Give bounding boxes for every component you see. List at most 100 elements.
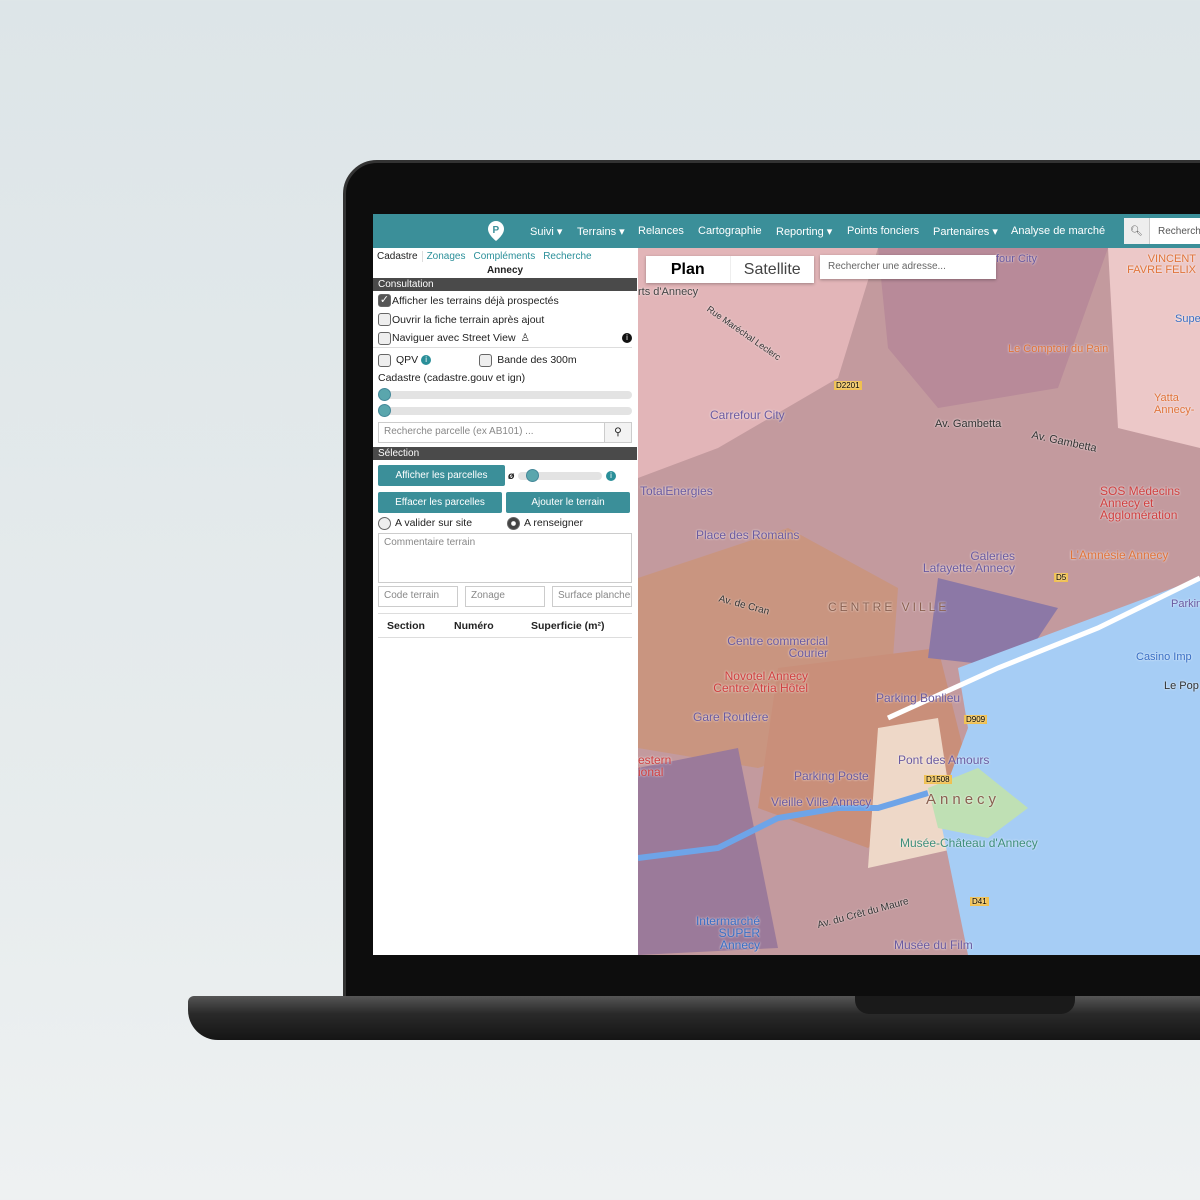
nav-points-fonciers[interactable]: Points fonciers <box>847 225 919 237</box>
map-label: Av. Gambetta <box>935 418 1002 430</box>
qpv-label: QPV <box>396 354 419 366</box>
radius-slider[interactable] <box>518 468 602 482</box>
laptop-notch <box>855 996 1075 1014</box>
map-label: estern ional <box>638 753 672 779</box>
add-terrain-button[interactable]: Ajouter le terrain <box>506 492 630 513</box>
clear-parcels-button[interactable]: Effacer les parcelles <box>378 492 502 513</box>
col-numero: Numéro <box>454 620 494 632</box>
map-label: Parking Bonlieu <box>876 691 961 705</box>
info-icon[interactable]: i <box>622 333 632 343</box>
qpv-row: QPV i Bande des 300m <box>373 348 637 372</box>
comment-textarea[interactable]: Commentaire terrain <box>378 533 632 583</box>
col-superficie: Superficie (m²) <box>531 620 605 632</box>
show-parcels-button[interactable]: Afficher les parcelles <box>378 465 505 486</box>
option-open-sheet[interactable]: Ouvrir la fiche terrain après ajout <box>373 310 637 329</box>
checkbox[interactable]: ✓ <box>378 294 391 307</box>
road-badge: D2201 <box>834 381 862 390</box>
slider-handle[interactable] <box>378 404 391 417</box>
app-screen: P Suivi ▾ Terrains ▾ Relances Cartograph… <box>373 214 1200 955</box>
nav-search[interactable]: 🔍︎ Recherch <box>1124 218 1200 244</box>
checkbox[interactable] <box>378 331 391 345</box>
map-label: Le Pop <box>1164 680 1199 692</box>
option-street-view[interactable]: Naviguer avec Street View ♙ i <box>373 329 632 348</box>
slider-handle[interactable] <box>526 468 540 482</box>
tab-zonages[interactable]: Zonages <box>423 251 470 262</box>
nav-label: Partenaires <box>933 226 990 238</box>
surface-input[interactable]: Surface plancher <box>552 586 632 607</box>
cadastre-opacity-slider-2[interactable] <box>378 404 632 417</box>
parcel-table-header: Section Numéro Superficie (m²) <box>378 613 632 638</box>
map-label: Pont des Amours <box>898 753 990 767</box>
panel-tabs: Cadastre Zonages Compléments Recherche <box>373 248 637 265</box>
map-label: SOS Médecins Annecy et Agglomération <box>1100 484 1181 522</box>
diameter-symbol: ø <box>508 469 515 482</box>
option-label: Afficher les terrains déjà prospectés <box>392 294 559 307</box>
cadastre-opacity-slider[interactable] <box>378 388 632 401</box>
road-badge: D41 <box>970 897 989 906</box>
nav-suivi[interactable]: Suivi ▾ <box>530 225 562 238</box>
top-nav: P Suivi ▾ Terrains ▾ Relances Cartograph… <box>373 214 1200 248</box>
map-label: Annecy <box>926 791 1001 808</box>
option-label: Ouvrir la fiche terrain après ajout <box>392 313 545 326</box>
map-type-satellite[interactable]: Satellite <box>731 256 815 283</box>
zoom-search-icon[interactable]: 🔍︎ <box>1124 218 1150 244</box>
map-label: CENTRE VILLE <box>828 600 950 614</box>
map-label: Novotel Annecy Centre Atria Hôtel <box>713 669 808 695</box>
nav-analyse-marche[interactable]: Analyse de marché <box>1011 225 1105 237</box>
map-label: Musée du Film <box>894 938 973 952</box>
road-badge: D1508 <box>924 775 952 784</box>
map-label: VINCENT FAVRE FELIX <box>1127 253 1196 276</box>
map-label: Parking Poste <box>794 769 869 783</box>
nav-partenaires[interactable]: Partenaires ▾ <box>933 225 998 238</box>
checkbox[interactable] <box>378 313 391 326</box>
consultation-header: Consultation <box>373 278 637 291</box>
nav-relances[interactable]: Relances <box>638 225 684 237</box>
map-label: Gare Routière <box>693 710 769 724</box>
nav-terrains[interactable]: Terrains ▾ <box>577 225 625 238</box>
map-type-control: Plan Satellite <box>646 256 814 283</box>
map-label: L'Amnésie Annecy <box>1070 548 1169 562</box>
left-panel: Cadastre Zonages Compléments Recherche A… <box>373 248 637 955</box>
col-section: Section <box>387 620 425 632</box>
map-view[interactable]: Plan Satellite Rechercher une adresse...… <box>638 248 1200 955</box>
radio-validate[interactable] <box>378 516 391 530</box>
map-label: four City <box>996 253 1037 265</box>
address-search-input[interactable]: Rechercher une adresse... <box>820 255 996 279</box>
radio-label: A valider sur site <box>395 517 473 529</box>
zonage-input[interactable]: Zonage <box>465 586 545 607</box>
tab-cadastre[interactable]: Cadastre <box>373 251 423 262</box>
nav-reporting[interactable]: Reporting ▾ <box>776 225 832 238</box>
qpv-checkbox[interactable] <box>378 353 391 367</box>
map-label: Super <box>1175 313 1200 325</box>
code-terrain-input[interactable]: Code terrain <box>378 586 458 607</box>
map-label: Le Comptoir du Pain <box>1008 343 1109 355</box>
nav-cartographie[interactable]: Cartographie <box>698 225 762 237</box>
logo-pin-icon[interactable]: P <box>487 220 505 242</box>
map-label: Musée-Château d'Annecy <box>900 836 1038 850</box>
map-label: TotalEnergies <box>640 484 713 498</box>
radio-label: A renseigner <box>524 517 584 529</box>
map-label: Carrefour City <box>710 408 785 422</box>
radio-fill[interactable] <box>507 516 521 530</box>
nav-search-input[interactable]: Recherch <box>1150 226 1200 237</box>
bande-checkbox[interactable] <box>479 353 493 367</box>
map-label: Galeries Lafayette Annecy <box>922 549 1015 575</box>
info-icon[interactable]: i <box>606 470 616 481</box>
map-label: Casino Imp <box>1136 651 1192 663</box>
map-type-plan[interactable]: Plan <box>646 256 731 283</box>
selection-header: Sélection <box>373 447 637 460</box>
map-label: Intermarché SUPER Annecy <box>695 914 760 952</box>
map-label: Vieille Ville Annecy <box>771 795 872 809</box>
option-label: Naviguer avec Street View <box>392 332 516 344</box>
tab-recherche[interactable]: Recherche <box>539 251 595 262</box>
bande-label: Bande des 300m <box>497 354 577 366</box>
tab-complements[interactable]: Compléments <box>470 251 540 262</box>
road-badge: D909 <box>964 715 988 724</box>
parcel-zone <box>1108 248 1200 448</box>
search-icon[interactable]: ⚲ <box>605 422 632 443</box>
city-title: Annecy <box>486 265 524 276</box>
info-icon[interactable]: i <box>421 355 432 365</box>
parcel-search-input[interactable]: Recherche parcelle (ex AB101) ... <box>378 422 605 443</box>
slider-handle[interactable] <box>378 388 391 401</box>
option-prospected[interactable]: ✓ Afficher les terrains déjà prospectés <box>373 291 637 310</box>
